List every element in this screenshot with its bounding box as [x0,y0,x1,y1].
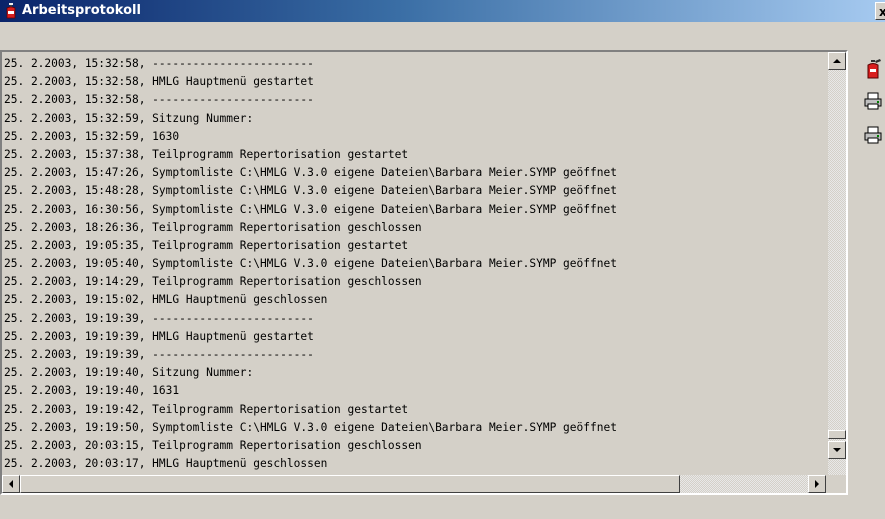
log-line: 25. 2.2003, 15:32:58, ------------------… [4,57,314,70]
scroll-down-button[interactable] [828,441,846,459]
log-line: 25. 2.2003, 15:37:38, Teilprogramm Reper… [4,147,409,161]
log-line: 25. 2.2003, 19:14:29, Teilprogramm Reper… [4,275,422,289]
vertical-scroll-thumb[interactable] [828,430,846,439]
window-title: Arbeitsprotokoll [22,3,141,18]
arrow-left-icon [9,480,13,488]
horizontal-scrollbar[interactable] [2,475,826,493]
log-line: 25. 2.2003, 16:30:56, Symptomliste C:\HM… [4,202,617,216]
vertical-scrollbar[interactable] [828,52,846,477]
print-preview-button[interactable] [862,124,884,146]
log-line: 25. 2.2003, 15:32:58, HMLG Hauptmenü ges… [4,75,314,89]
log-line: 25. 2.2003, 15:32:59, 1630 [4,129,180,143]
scrollbar-corner [828,475,846,493]
log-line: 25. 2.2003, 19:19:40, 1631 [4,384,180,398]
title-bar: Arbeitsprotokoll x [0,0,885,22]
extinguisher-tool-button[interactable] [862,58,884,80]
arrow-right-icon [815,480,819,488]
scroll-up-button[interactable] [828,52,846,70]
log-textbox[interactable]: 25. 2.2003, 15:32:58, ------------------… [0,50,848,495]
log-line: 25. 2.2003, 19:19:40, Sitzung Nummer: [4,366,254,380]
log-line: 25. 2.2003, 15:32:58, ------------------… [4,93,314,107]
log-line: 25. 2.2003, 15:48:28, Symptomliste C:\HM… [4,184,617,198]
log-line: 25. 2.2003, 19:19:42, Teilprogramm Reper… [4,402,409,416]
log-line: 25. 2.2003, 20:03:17, HMLG Hauptmenü ges… [4,457,328,471]
log-line: 25. 2.2003, 18:26:36, Teilprogramm Reper… [4,220,422,234]
horizontal-scroll-thumb[interactable] [20,475,680,493]
scroll-right-button[interactable] [808,475,826,493]
arrow-down-icon [833,448,841,452]
log-line: 25. 2.2003, 15:47:26, Symptomliste C:\HM… [4,166,617,180]
close-button[interactable]: x [875,2,885,20]
printer-icon [864,92,882,110]
log-line: 25. 2.2003, 19:15:02, HMLG Hauptmenü ges… [4,293,328,307]
log-content: 25. 2.2003, 15:32:58, ------------------… [4,55,826,480]
fire-extinguisher-icon [4,3,18,19]
arrow-up-icon [833,59,841,63]
log-line: 25. 2.2003, 15:32:59, Sitzung Nummer: [4,111,254,125]
printer-icon [864,126,882,144]
log-line: 25. 2.2003, 19:19:39, ------------------… [4,311,314,325]
log-line: 25. 2.2003, 19:19:39, ------------------… [4,348,314,361]
scroll-left-button[interactable] [2,475,20,493]
log-line: 25. 2.2003, 20:03:15, Teilprogramm Reper… [4,438,422,452]
log-line: 25. 2.2003, 19:05:35, Teilprogramm Reper… [4,238,409,252]
fire-extinguisher-icon [867,59,881,79]
log-line: 25. 2.2003, 19:19:39, HMLG Hauptmenü ges… [4,329,314,343]
print-button[interactable] [862,90,884,112]
log-line: 25. 2.2003, 19:19:50, Symptomliste C:\HM… [4,420,617,434]
log-line: 25. 2.2003, 19:05:40, Symptomliste C:\HM… [4,257,617,271]
